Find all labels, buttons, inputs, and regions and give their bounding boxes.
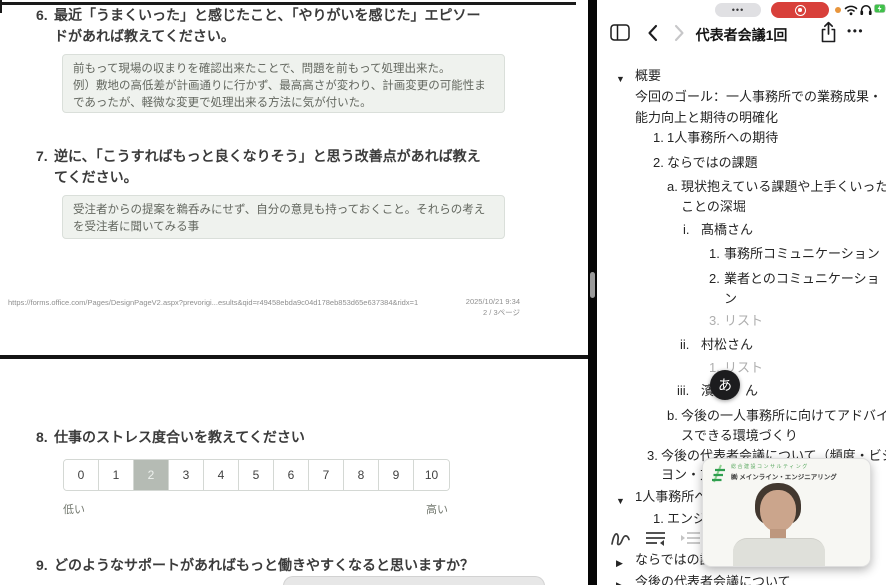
outline-item-marker: 1. — [709, 246, 720, 262]
outline-item-marker: i. — [683, 222, 690, 238]
answer-box-q7: 受注者からの提案を鵜呑みにせず、自分の意見も持っておくこと。それらの考え を受注… — [62, 195, 505, 239]
company-tagline: 総合建設コンサルティング — [731, 463, 809, 470]
question-7-number: 7. — [36, 146, 48, 167]
headphones-icon — [860, 4, 872, 16]
scale-option-0: 0 — [64, 460, 99, 490]
scale-option-10: 10 — [414, 460, 449, 490]
outline-item[interactable]: 1人事務所への期待 — [667, 130, 778, 146]
disclosure-triangle-open[interactable]: ▼ — [616, 493, 625, 509]
outline-item[interactable]: 現状抱えている課題や上手くいった — [681, 179, 886, 195]
pip-video-overlay[interactable]: 総合建設コンサルティング ㈱ メインライン・エンジニアリング — [702, 458, 871, 567]
scale-high-label: 高い — [426, 501, 448, 517]
outline-item-marker: 3. — [709, 313, 720, 329]
question-6-line2: ドがあれば教えてください。 — [54, 26, 235, 47]
rating-scale: 0 1 2 3 4 5 6 7 8 9 10 — [63, 459, 450, 491]
outline-item-marker: iii. — [677, 383, 689, 399]
split-screen: 6. 最近「うまくいった」と感じたこと、「やりがいを感じた」エピソー ドがあれば… — [0, 0, 886, 585]
question-6-line1: 最近「うまくいった」と感じたこと、「やりがいを感じた」エピソー — [54, 5, 480, 26]
scale-option-7: 7 — [309, 460, 344, 490]
outline-item[interactable]: 業者とのコミュニケーショ — [724, 271, 880, 287]
outline-item-marker: 3. — [647, 448, 658, 464]
answer-q6-line1: 前もって現場の収まりを確認出来たことで、問題を前もって処理出来た。 — [73, 61, 494, 78]
page-top-tick — [0, 0, 2, 13]
outline-item-cont[interactable]: ン — [724, 291, 737, 307]
outline-item-marker: 1. — [653, 130, 664, 146]
outline-goal-line1[interactable]: 今回のゴール：一人事務所での業務成果・ — [635, 89, 882, 105]
answer-q6-line3: であったが、軽微な変更で処理出来る方法に気が付いた。 — [73, 95, 494, 112]
question-6-number: 6. — [36, 5, 48, 26]
scale-low-label: 低い — [63, 501, 85, 517]
question-7-line1: 逆に、「こうすればもっと良くなりそう」と思う改善点があれば教え — [54, 146, 481, 167]
page-footer-pagenum: 2 / 3ページ — [483, 307, 520, 318]
outline-item-marker: a. — [667, 179, 678, 195]
record-icon — [795, 5, 806, 16]
note-title: 代表者会議1回 — [597, 25, 886, 45]
company-name: ㈱ メインライン・エンジニアリング — [731, 471, 837, 481]
question-9-number: 9. — [36, 555, 48, 576]
recording-indicator-pill[interactable] — [771, 2, 829, 18]
outline-goal-line2[interactable]: 能力向上と期待の明確化 — [635, 110, 778, 126]
split-drag-handle[interactable] — [590, 272, 595, 298]
company-logo-icon — [709, 463, 729, 485]
outline-item-marker: b. — [667, 408, 678, 424]
scale-option-5: 5 — [239, 460, 274, 490]
answer-box-q9-partial — [283, 576, 545, 585]
split-view-divider — [588, 0, 597, 585]
scale-option-2-selected: 2 — [134, 460, 169, 490]
list-format-icon[interactable] — [645, 530, 667, 546]
mic-in-use-dot — [835, 7, 841, 13]
wifi-icon — [844, 4, 858, 16]
participant-face — [760, 490, 796, 532]
share-button[interactable] — [820, 21, 837, 43]
outline-item[interactable]: 髙橋さん — [701, 222, 753, 238]
battery-charging-icon — [874, 4, 886, 13]
scale-option-8: 8 — [344, 460, 379, 490]
notes-panel: ••• 代表者会議1回 — [597, 0, 886, 585]
disclosure-triangle-collapsed[interactable]: ▶ — [616, 577, 623, 585]
outline-item-marker: 2. — [653, 155, 664, 171]
answer-box-q6: 前もって現場の収まりを確認出来たことで、問題を前もって処理出来た。 例）敷地の高… — [62, 54, 505, 113]
outline-item[interactable]: 今後の一人事務所に向けてアドバイ — [681, 408, 886, 424]
answer-q7-line1: 受注者からの提案を鵜呑みにせず、自分の意見も持っておくこと。それらの考え — [73, 202, 494, 219]
question-8-text: 仕事のストレス度合いを教えてください — [54, 427, 305, 448]
ime-input-mode-badge: あ — [710, 370, 740, 400]
outline-placeholder[interactable]: リスト — [724, 313, 763, 329]
question-9-text: どのようなサポートがあればもっと働きやすくなると思いますか？ — [54, 555, 474, 576]
outline-item-post[interactable]: ん — [745, 383, 758, 399]
outline-item-marker: 2. — [709, 271, 720, 287]
scale-option-6: 6 — [274, 460, 309, 490]
outline-item-cont[interactable]: ことの深堀 — [681, 199, 746, 215]
outline-item-marker: 1. — [653, 511, 664, 527]
page-break-rule — [0, 355, 588, 359]
scale-option-3: 3 — [169, 460, 204, 490]
more-button[interactable]: ••• — [847, 24, 864, 38]
scale-option-4: 4 — [204, 460, 239, 490]
outline-item[interactable]: 事務所コミュニケーション — [724, 246, 880, 262]
scale-option-1: 1 — [99, 460, 134, 490]
outline-heading[interactable]: 概要 — [635, 68, 661, 84]
answer-q6-line2: 例）敷地の高低差が計画通りに行かず、最高高さが変わり、計画変更の可能性ま — [73, 78, 494, 95]
indent-icon[interactable] — [680, 530, 702, 546]
answer-q7-line2: を受注者に聞いてみる事 — [73, 219, 494, 236]
question-8-number: 8. — [36, 427, 48, 448]
status-dots: ••• — [732, 5, 744, 15]
question-7-line2: てください。 — [54, 167, 138, 188]
participant-shirt — [733, 538, 825, 567]
disclosure-triangle-collapsed[interactable]: ▶ — [616, 555, 623, 571]
scale-option-9: 9 — [379, 460, 414, 490]
status-dots-pill[interactable]: ••• — [715, 3, 761, 17]
outline-item-cont[interactable]: スできる環境づくり — [681, 428, 798, 444]
scribble-icon[interactable] — [609, 529, 632, 548]
page-footer-datetime: 2025/10/21 9:34 — [466, 297, 520, 306]
outline-item-marker: ii. — [680, 337, 689, 353]
outline-item[interactable]: ならではの課題 — [667, 155, 758, 171]
form-pdf-page: 6. 最近「うまくいった」と感じたこと、「やりがいを感じた」エピソー ドがあれば… — [0, 0, 588, 585]
format-toolbar — [597, 526, 719, 550]
outline-item[interactable]: 村松さん — [701, 337, 753, 353]
disclosure-triangle-open[interactable]: ▼ — [616, 71, 625, 87]
page-footer-url: https://forms.office.com/Pages/DesignPag… — [8, 298, 418, 307]
outline-heading[interactable]: 今後の代表者会議について — [635, 574, 791, 585]
